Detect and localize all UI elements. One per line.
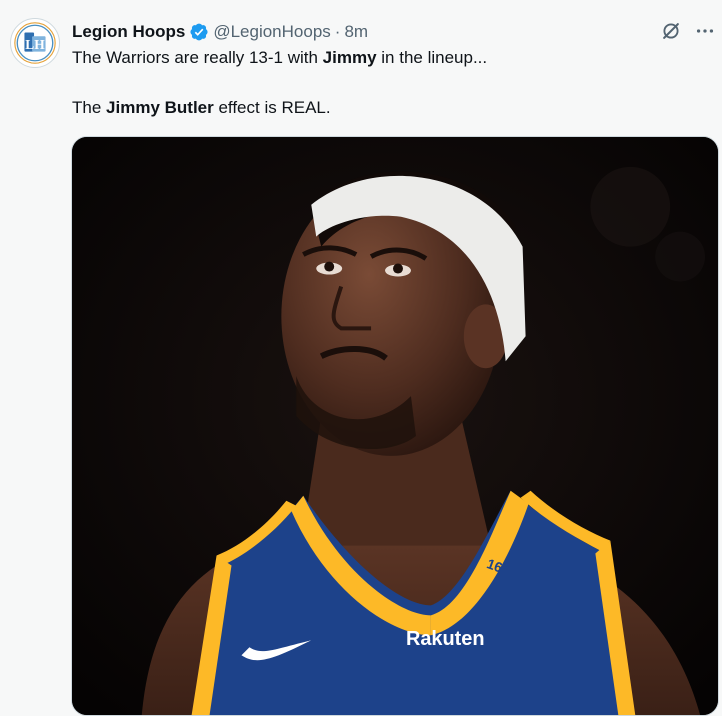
display-name[interactable]: Legion Hoops [72,22,185,42]
tweet-text: The [72,98,107,117]
tweet-text: in the lineup... [376,48,488,67]
user-handle[interactable]: @LegionHoops [213,22,330,42]
tweet[interactable]: LH Legion Hoops @LegionHoops · 8m The Wa… [0,0,722,716]
tweet-text-line-1: The Warriors are really 13-1 with Jimmy … [72,48,487,68]
tweet-text-bold: Jimmy Butler [106,98,214,117]
tweet-text: effect is REAL. [213,98,331,117]
tweet-actions [660,20,716,42]
tweet-text: The Warriors are really 13-1 with [72,48,323,67]
separator-dot: · [334,22,341,41]
legion-hoops-logo: LH [12,20,58,66]
avatar-initials: LH [25,37,45,52]
more-options-icon[interactable] [694,20,716,42]
jersey-sponsor: Rakuten [406,628,485,650]
grok-icon[interactable] [660,20,682,42]
tweet-text-line-2: The Jimmy Butler effect is REAL. [72,98,331,118]
avatar[interactable]: LH [10,18,60,68]
tweet-header: Legion Hoops @LegionHoops · 8m [72,20,368,44]
verified-badge-icon[interactable] [189,22,209,42]
timestamp[interactable]: 8m [344,22,368,42]
tweet-photo[interactable]: 16 Rakuten [71,136,719,716]
tweet-text-bold: Jimmy [322,48,377,67]
